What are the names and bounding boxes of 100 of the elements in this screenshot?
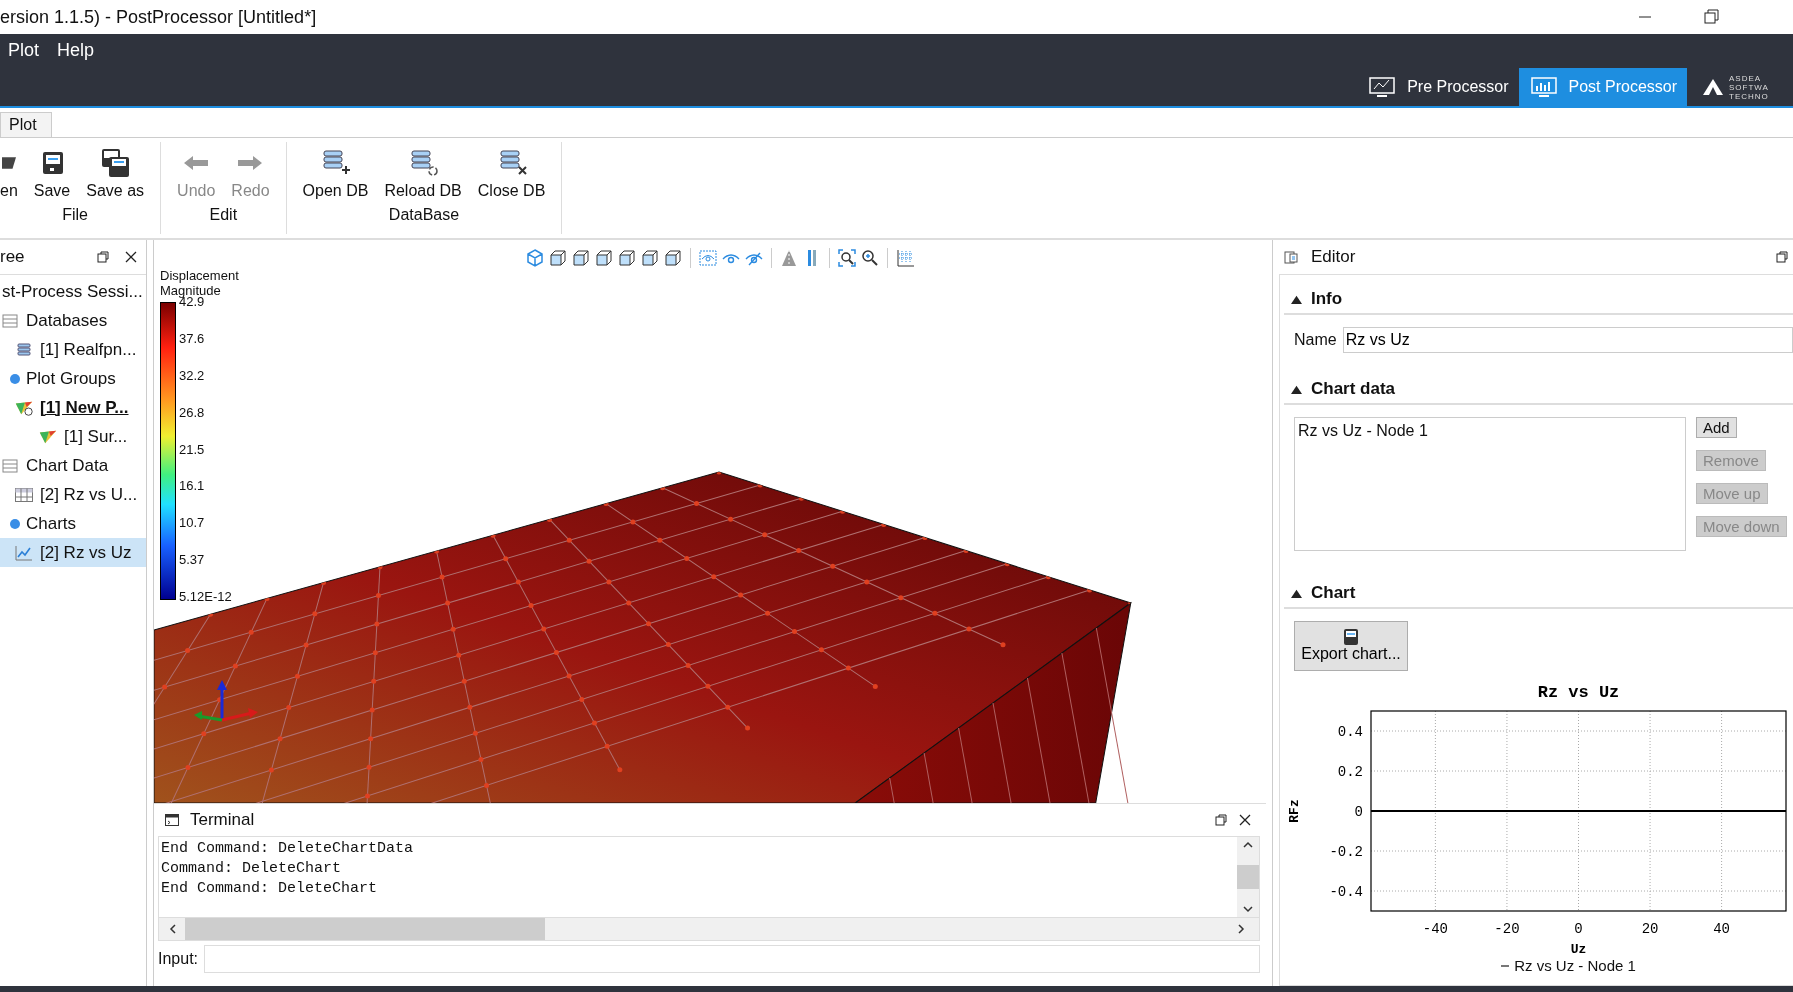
editor-icon	[1283, 249, 1299, 265]
panel-title: ree	[0, 247, 26, 267]
collapse-icon[interactable]	[1290, 587, 1303, 599]
mode-tab[interactable]: Pre Processor	[1357, 68, 1519, 106]
list-item[interactable]: Rz vs Uz - Node 1	[1295, 418, 1685, 444]
export-button[interactable]: Export chart...	[1294, 621, 1408, 671]
bar-chart-icon	[1528, 75, 1559, 99]
tick-label: 0.2	[1337, 764, 1363, 780]
scroll-down-icon[interactable]	[1242, 905, 1254, 913]
cube-icon[interactable]	[572, 249, 590, 267]
cube-icon[interactable]	[618, 249, 636, 267]
triangle-icon[interactable]	[780, 249, 798, 267]
scale-label: 37.6	[179, 330, 206, 346]
terminal-line: Command: DeleteChart	[161, 859, 343, 879]
tree-item[interactable]: st-Process Sessi...	[0, 277, 146, 306]
scale-label: 21.5	[179, 441, 206, 457]
scroll-left-icon[interactable]	[169, 923, 177, 935]
monitor-icon	[1367, 75, 1398, 99]
terminal-icon	[164, 812, 180, 828]
float-icon[interactable]	[1775, 250, 1789, 264]
collapse-icon[interactable]	[1290, 293, 1303, 305]
cube-icon[interactable]	[595, 249, 613, 267]
ribbon-button[interactable]: Reload DB	[378, 148, 468, 200]
node-icon	[10, 518, 20, 529]
scale-label: 26.8	[179, 404, 206, 420]
mode-tab[interactable]: Post Processor	[1518, 68, 1687, 106]
tree-item[interactable]: Chart Data	[0, 451, 146, 480]
tick-label: -0.4	[1329, 884, 1363, 900]
tree-item[interactable]: [1] Sur...	[0, 422, 146, 451]
tree-item[interactable]: [1] New P...	[0, 393, 146, 422]
cube-icon[interactable]	[641, 249, 659, 267]
scrollbar[interactable]	[1237, 837, 1259, 917]
legend-swatch	[1501, 964, 1510, 967]
tree-item[interactable]: Plot Groups	[0, 364, 146, 393]
tick-label: 0	[1574, 921, 1583, 937]
node-icon	[10, 373, 20, 384]
float-icon[interactable]	[96, 250, 110, 264]
ribbon-button[interactable]: en	[0, 148, 24, 200]
cube-icon[interactable]	[549, 249, 567, 267]
scroll-up-icon[interactable]	[1242, 841, 1254, 849]
panel-title: Editor	[1311, 247, 1356, 267]
chart-title: Rz vs Uz	[1537, 683, 1620, 702]
line-chart-icon	[14, 543, 34, 562]
scale-label: 16.1	[179, 478, 206, 494]
legend-label: Rz vs Uz - Node 1	[1514, 957, 1636, 974]
group-label: DataBase	[388, 206, 460, 224]
tick-label: -20	[1494, 921, 1520, 937]
tick-label: 0.4	[1337, 724, 1363, 740]
terminal-line: End Command: DeleteChart	[161, 879, 379, 899]
list-button[interactable]: Add	[1696, 417, 1737, 438]
close-icon[interactable]	[124, 250, 138, 264]
ribbon-button[interactable]: Close DB	[471, 148, 552, 200]
tree-item[interactable]: Databases	[0, 306, 146, 335]
group-label: File	[62, 206, 88, 224]
tick-label: -40	[1422, 921, 1448, 937]
tick-label: -0.2	[1329, 844, 1363, 860]
menu-item[interactable]: Plot	[8, 40, 40, 66]
tick-label: 0	[1354, 804, 1363, 820]
tree-item[interactable]: [2] Rz vs Uz	[0, 538, 146, 567]
logo-text: SOFTWA	[1729, 82, 1769, 92]
tick-label: 20	[1641, 921, 1659, 937]
scale-label: 5.37	[179, 552, 206, 568]
logo-text: ASDEA	[1729, 73, 1763, 83]
floppies-icon	[99, 148, 132, 178]
menu-item[interactable]: Help	[57, 40, 95, 66]
group-label: Edit	[209, 206, 238, 224]
command-field[interactable]	[204, 945, 1260, 973]
scrollbar[interactable]	[158, 918, 1260, 941]
tree-item[interactable]: [1] Realfpn...	[0, 335, 146, 364]
axis-label: RFz	[1287, 799, 1302, 823]
terminal-line: End Command: DeleteChartData	[161, 839, 415, 859]
close-icon[interactable]	[1238, 813, 1252, 827]
cube-icon[interactable]	[664, 249, 682, 267]
tree-item[interactable]: [2] Rz vs U...	[0, 480, 146, 509]
logo-text: TECHNO	[1729, 91, 1769, 101]
scale-label: 5.12E-12	[179, 589, 232, 604]
ribbon-button[interactable]: Save as	[80, 148, 151, 200]
window-title: ersion 1.1.5) - PostProcessor [Untitled*]	[0, 6, 317, 28]
field-label: Name	[1294, 331, 1337, 349]
ribbon-tab[interactable]: Plot	[0, 112, 52, 137]
floppy-icon	[1344, 629, 1358, 645]
tree-item[interactable]: Charts	[0, 509, 146, 538]
table-icon	[14, 485, 34, 504]
zoom-icon[interactable]	[838, 249, 856, 267]
axis-label: Uz	[1570, 942, 1587, 957]
restore-icon[interactable]	[1701, 7, 1721, 27]
scroll-right-icon[interactable]	[1237, 923, 1245, 935]
database-icon	[14, 340, 34, 359]
name-field[interactable]: Rz vs Uz	[1342, 327, 1793, 353]
ribbon-button[interactable]: Open DB	[296, 148, 375, 200]
eye-icon[interactable]	[699, 249, 717, 267]
zoom-icon[interactable]	[861, 249, 879, 267]
collapse-icon[interactable]	[1290, 383, 1303, 395]
scale-label: 10.7	[179, 515, 206, 531]
panel-title: Terminal	[190, 810, 255, 830]
grid-icon[interactable]	[896, 249, 914, 267]
ribbon-button[interactable]: Save	[27, 148, 77, 200]
float-icon[interactable]	[1214, 813, 1228, 827]
section-title: Chart	[1311, 583, 1356, 603]
section-title: Chart data	[1311, 379, 1396, 399]
